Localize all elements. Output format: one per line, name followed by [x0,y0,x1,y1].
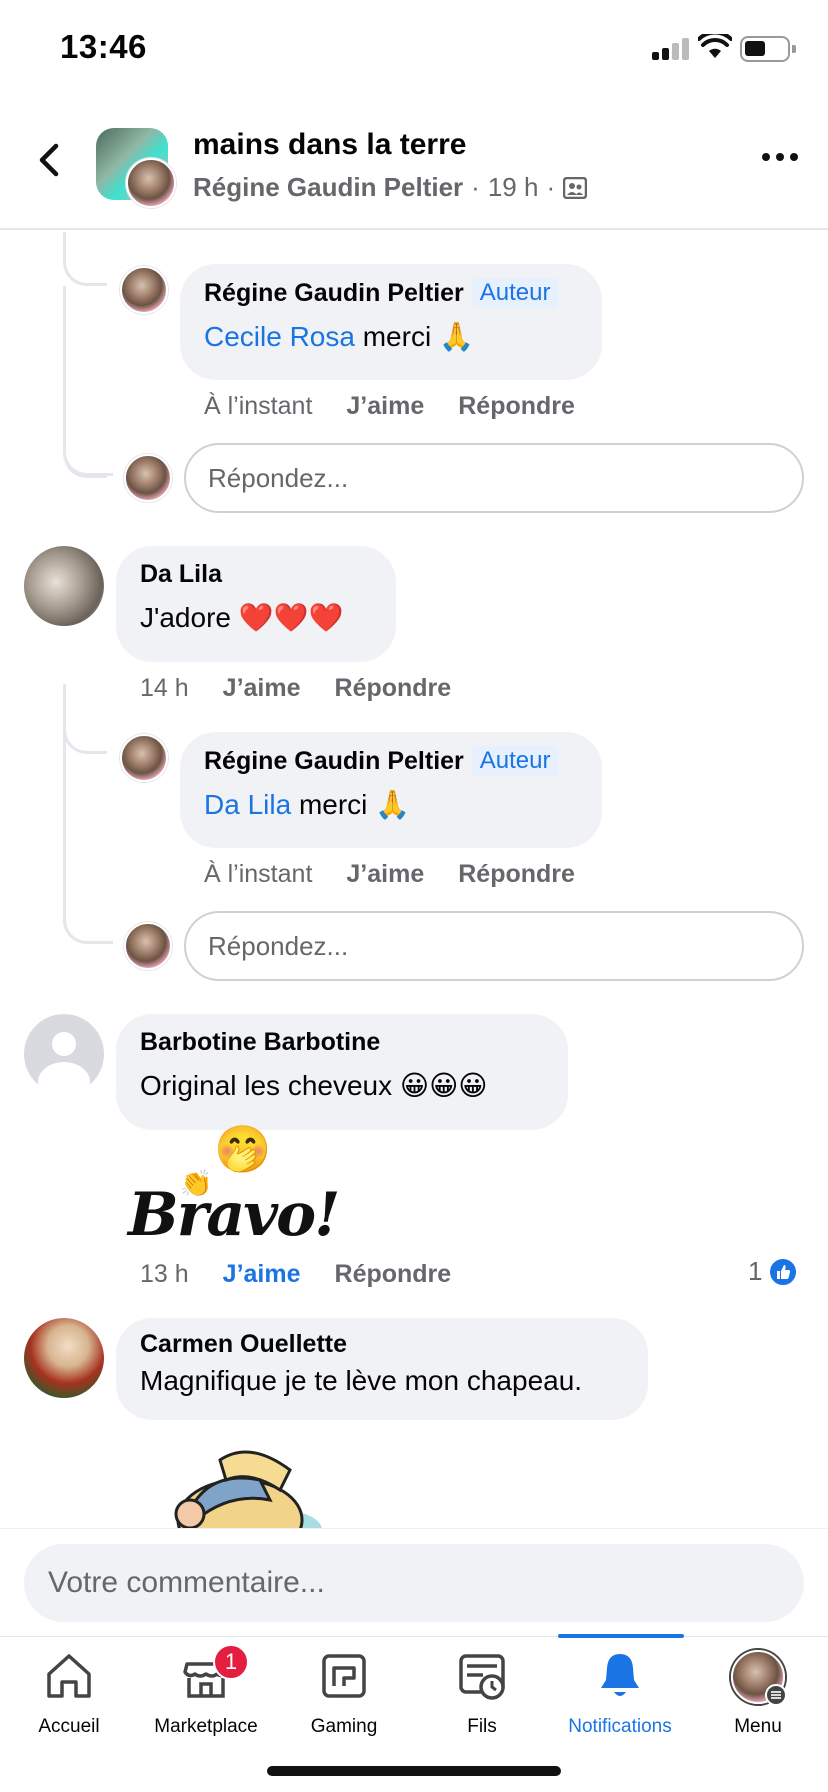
author-badge: Auteur [471,746,559,776]
tab-label: Accueil [38,1716,100,1737]
like-button[interactable]: J’aime [223,1260,301,1289]
comment-actions: À l’instant J’aime Répondre [204,860,575,889]
notification-badge: 1 [213,1644,249,1680]
mention-link[interactable]: Cecile Rosa [204,321,355,352]
reply-button[interactable]: Répondre [335,1260,452,1289]
author-badge: Auteur [471,278,559,308]
comment-time: À l’instant [204,392,313,420]
tab-notifications[interactable]: Notifications [551,1650,689,1738]
comment-time: À l’instant [204,860,313,888]
wifi-icon [697,30,733,60]
hat-sticker[interactable] [150,1440,330,1530]
tab-label: Fils [467,1716,497,1737]
commenter-avatar[interactable] [24,1014,104,1094]
home-icon [42,1650,96,1702]
comment-bubble[interactable]: Régine Gaudin Peltier Auteur Da Lila merc… [180,732,602,848]
menu-icon [765,1684,787,1706]
comment-bubble[interactable]: Carmen Ouellette Magnifique je te lève m… [116,1318,648,1420]
reaction-summary[interactable]: 1 [748,1256,799,1287]
comment-bubble[interactable]: Régine Gaudin Peltier Auteur Cecile Rosa … [180,264,602,380]
comment-author[interactable]: Barbotine Barbotine [140,1028,380,1057]
reply-button[interactable]: Répondre [458,392,575,421]
commenter-avatar[interactable] [24,1318,104,1398]
post-byline: Régine Gaudin Peltier · 19 h · [193,172,588,203]
profile-avatar [731,1650,787,1706]
comment-time: 13 h [140,1260,189,1288]
reply-button[interactable]: Répondre [458,860,575,889]
status-time: 13:46 [60,28,147,65]
comment-composer-input[interactable]: Votre commentaire... [24,1544,804,1622]
group-privacy-icon [563,176,588,199]
thread-line [63,684,66,754]
post-time: 19 h [487,172,539,202]
commenter-avatar[interactable] [120,734,168,782]
like-button[interactable]: J’aime [346,860,424,889]
commenter-avatar[interactable] [120,266,168,314]
comment-author[interactable]: Da Lila [140,560,222,589]
author-avatar[interactable] [126,158,176,208]
comment-text: Original les cheveux 😀😀😀 [140,1070,488,1101]
emoji-sticker-face: 🤭 [214,1123,272,1175]
sticker-text: Bravo! [128,1180,340,1250]
back-button[interactable] [30,140,70,180]
comment-actions: 13 h J’aime Répondre [140,1260,451,1289]
reply-input[interactable]: Répondez... [184,443,804,513]
tab-gaming[interactable]: Gaming [275,1650,413,1738]
commenter-avatar[interactable] [24,546,104,626]
comment-text: J'adore ❤️❤️❤️ [140,602,344,633]
comment-actions: À l’instant J’aime Répondre [204,392,575,421]
thread-connector [63,722,107,754]
chevron-left-icon [39,143,59,177]
tab-label: Menu [734,1716,782,1737]
comment-time: 14 h [140,674,189,702]
reply-input[interactable]: Répondez... [184,911,804,981]
tab-accueil[interactable]: Accueil [0,1650,138,1738]
tab-menu[interactable]: Menu [689,1650,827,1738]
comment-bubble[interactable]: Da Lila J'adore ❤️❤️❤️ [116,546,396,662]
reply-button[interactable]: Répondre [335,674,452,703]
thread-connector [63,254,107,286]
comment-text: merci 🙏 [354,321,474,352]
comment-author[interactable]: Carmen Ouellette [140,1330,347,1359]
bravo-sticker[interactable]: 🤭 👏 Bravo! [118,1123,340,1250]
comment-bubble[interactable]: Barbotine Barbotine Original les cheveux… [116,1014,568,1130]
tab-label: Notifications [568,1716,672,1737]
comment-author[interactable]: Régine Gaudin Peltier [204,747,464,776]
like-button[interactable]: J’aime [346,392,424,421]
comment-author[interactable]: Régine Gaudin Peltier [204,279,464,308]
tab-marketplace[interactable]: 1 Marketplace [137,1644,275,1738]
thread-connector [63,420,113,476]
tab-fils[interactable]: Fils [413,1650,551,1738]
comment-text: Magnifique je te lève mon chapeau. [140,1365,583,1396]
comment-actions: 14 h J’aime Répondre [140,674,451,703]
active-tab-indicator [558,1634,684,1638]
like-button[interactable]: J’aime [223,674,301,703]
more-options-button[interactable] [762,150,798,164]
my-avatar [124,454,172,502]
home-indicator [267,1766,561,1776]
thread-connector [63,888,113,944]
gaming-icon [317,1650,371,1702]
post-author[interactable]: Régine Gaudin Peltier [193,172,463,203]
tab-label: Marketplace [154,1716,258,1737]
battery-icon [740,36,796,62]
thread-line [63,232,66,254]
thread-line [63,754,66,904]
feeds-icon [455,1650,509,1702]
comment-text: merci 🙏 [291,789,411,820]
reaction-count: 1 [748,1256,763,1286]
marketplace-icon: 1 [179,1644,249,1702]
like-reaction-icon [768,1256,799,1287]
mention-link[interactable]: Da Lila [204,789,291,820]
tab-label: Gaming [310,1716,378,1737]
group-title[interactable]: mains dans la terre [193,128,466,162]
my-avatar [124,922,172,970]
bell-icon [593,1650,647,1702]
cellular-signal-icon [652,38,690,60]
